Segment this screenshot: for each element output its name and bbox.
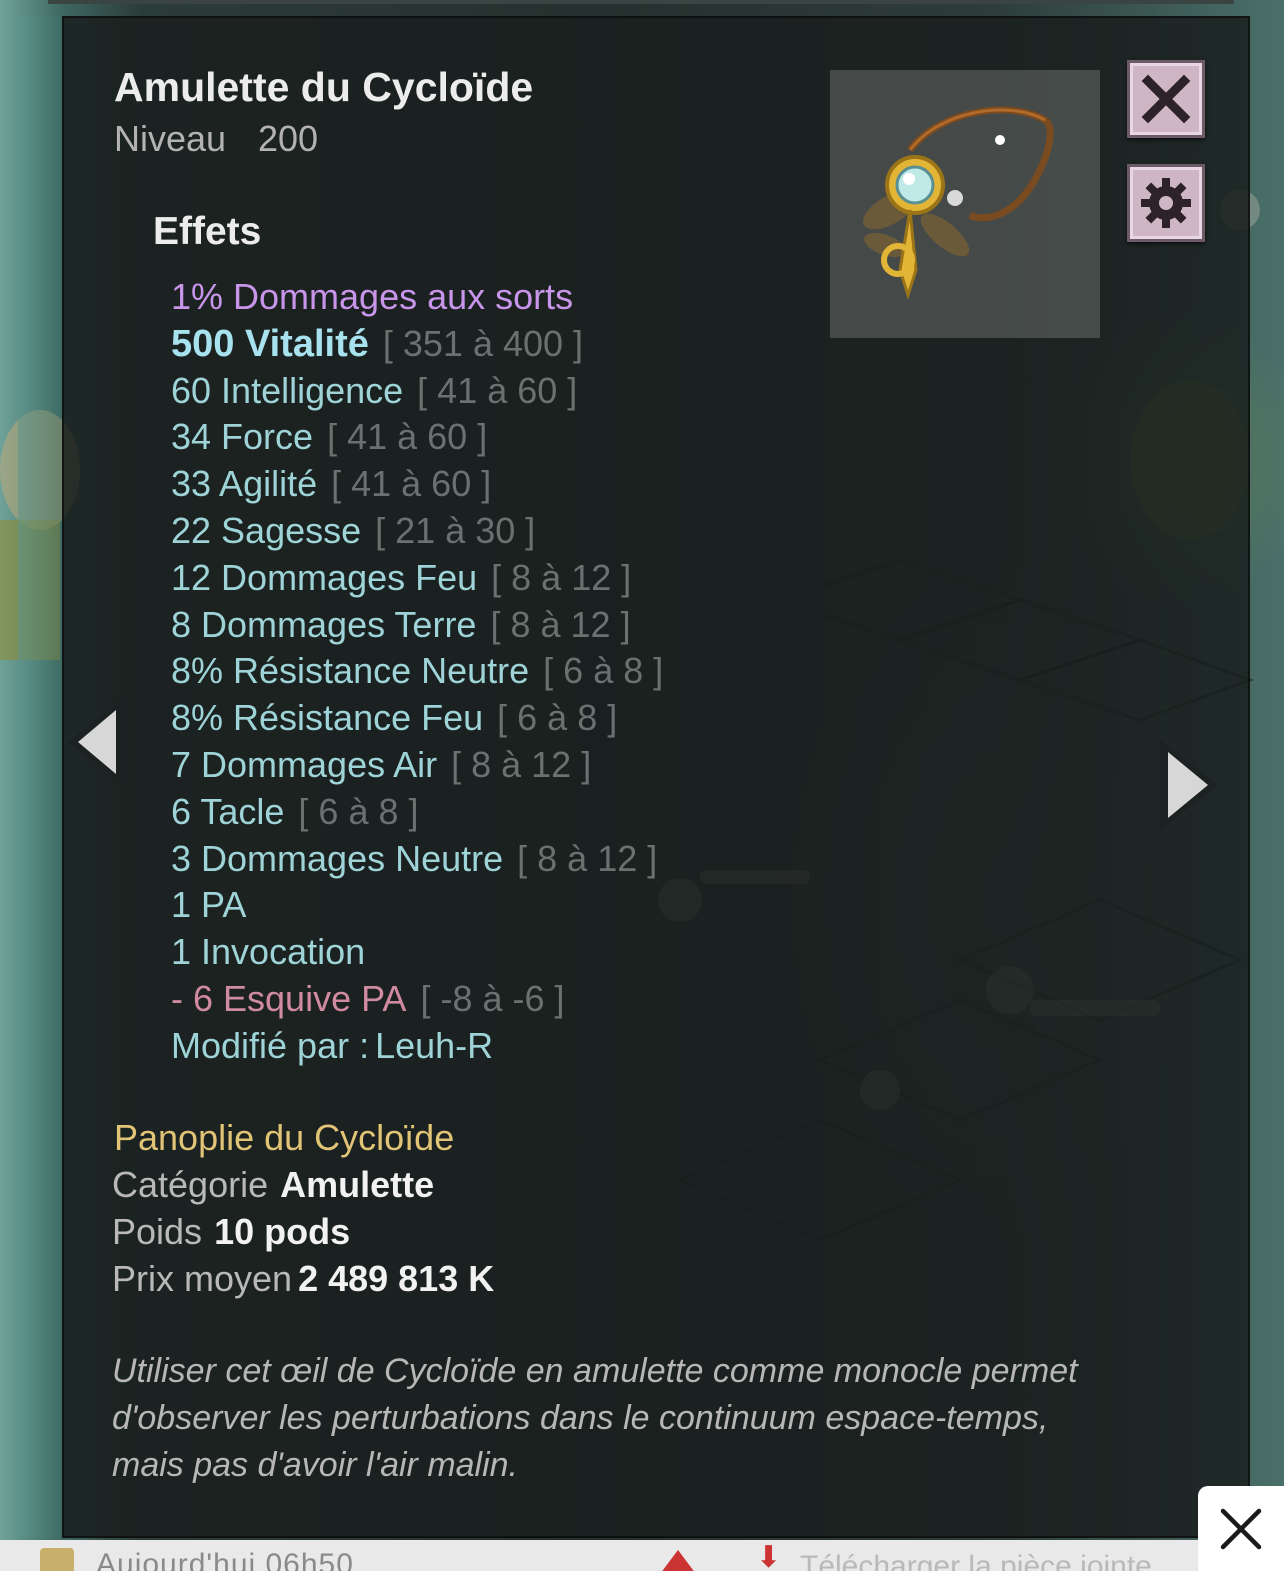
price-label: Prix moyen [112,1258,293,1299]
close-icon [1141,74,1191,124]
effect-row: - 6 Esquive PA [ -8 à -6 ] [171,976,811,1023]
effect-text: 8 Dommages Terre [171,603,477,645]
effect-row: 8% Résistance Neutre [ 6 à 8 ] [171,648,811,695]
effect-text: 34 Force [171,416,314,458]
item-image [830,70,1100,338]
effect-row: 7 Dommages Air [ 8 à 12 ] [171,742,811,789]
effect-row: 34 Force [ 41 à 60 ] [171,414,811,461]
effects-title: Effets [153,210,262,253]
previous-item-button[interactable] [66,696,126,793]
next-item-button[interactable] [1158,738,1220,837]
modified-by-value: Leuh-R [375,1024,494,1066]
effect-row: 1 Invocation [171,929,811,976]
effect-text: 60 Intelligence [171,369,404,411]
effect-range: [ 6 à 8 ] [298,790,419,832]
gear-icon [1141,178,1191,228]
weight-value: 10 pods [214,1211,351,1252]
warning-icon [660,1550,696,1571]
effect-range: [ 6 à 8 ] [543,650,664,692]
effect-text: 12 Dommages Feu [171,556,478,598]
triangle-right-icon [1160,740,1218,830]
bottom-download-text[interactable]: Télécharger la pièce jointe [800,1550,1152,1571]
effect-text: 33 Agilité [171,463,318,505]
effect-row: 8 Dommages Terre [ 8 à 12 ] [171,602,811,649]
effect-row: 3 Dommages Neutre [ 8 à 12 ] [171,836,811,883]
item-level-value: 200 [258,118,319,159]
effect-text: 1 Invocation [171,931,366,973]
effect-row: 60 Intelligence [ 41 à 60 ] [171,368,811,415]
overlay-close-button[interactable] [1198,1486,1284,1571]
item-level-label: Niveau [114,118,227,159]
bottom-timestamp: Aujourd'hui 06h50 [96,1548,354,1571]
close-icon [1220,1508,1262,1549]
effect-row: 33 Agilité [ 41 à 60 ] [171,461,811,508]
effect-row: 22 Sagesse [ 21 à 30 ] [171,508,811,555]
effect-text: 1% Dommages aux sorts [171,276,574,317]
effect-range: [ -8 à -6 ] [420,977,565,1019]
effect-range: [ 8 à 12 ] [517,837,658,879]
price-row: Prix moyen 2 489 813 K [112,1258,494,1300]
effect-range: [ 6 à 8 ] [497,697,618,739]
triangle-left-icon [68,698,124,786]
effect-text: 6 Tacle [171,790,285,832]
modified-by-label: Modifié par : [171,1024,370,1066]
effect-text: - 6 Esquive PA [171,977,407,1019]
effect-text: 500 Vitalité [171,322,369,365]
modified-by-row: Modifié par : Leuh-R [171,1023,811,1070]
item-description: Utiliser cet œil de Cycloïde en amulette… [112,1352,1078,1484]
effect-range: [ 41 à 60 ] [417,369,578,411]
settings-button[interactable] [1127,164,1205,242]
effect-text: 22 Sagesse [171,509,362,551]
weight-row: Poids 10 pods [112,1211,350,1253]
weight-label: Poids [112,1211,203,1252]
amulet-monocle-icon [863,106,1054,300]
price-value: 2 489 813 K [298,1258,495,1299]
effect-text: 8% Résistance Feu [171,697,484,739]
effect-text: 3 Dommages Neutre [171,837,504,879]
effect-text: 8% Résistance Neutre [171,650,530,692]
effect-range: [ 41 à 60 ] [327,416,488,458]
panel-left-edge [18,16,62,1538]
set-name-link[interactable]: Panoplie du Cycloïde [114,1117,454,1159]
file-icon [40,1548,74,1571]
close-button[interactable] [1127,60,1205,138]
effect-text: 1 PA [171,884,247,926]
effect-range: [ 8 à 12 ] [491,556,632,598]
item-title: Amulette du Cycloïde [114,64,534,110]
effect-range: [ 41 à 60 ] [331,463,492,505]
effect-row: 12 Dommages Feu [ 8 à 12 ] [171,555,811,602]
effect-row: 6 Tacle [ 6 à 8 ] [171,789,811,836]
category-label: Catégorie [112,1164,269,1205]
effects-list: 1% Dommages aux sorts 500 Vitalité [ 351 … [171,274,811,1070]
effect-row: 500 Vitalité [ 351 à 400 ] [171,321,811,368]
effect-range: [ 8 à 12 ] [451,743,592,785]
effect-row: 1 PA [171,882,811,929]
effect-row: 8% Résistance Feu [ 6 à 8 ] [171,695,811,742]
category-value: Amulette [280,1164,435,1205]
effect-range: [ 351 à 400 ] [382,322,584,364]
download-icon: ⬇ [756,1541,782,1571]
effect-range: [ 21 à 30 ] [375,509,536,551]
effect-row: 1% Dommages aux sorts [171,274,811,321]
top-strip [48,0,1234,4]
category-row: Catégorie Amulette [112,1164,434,1206]
effect-range: [ 8 à 12 ] [490,603,631,645]
effect-text: 7 Dommages Air [171,743,438,785]
